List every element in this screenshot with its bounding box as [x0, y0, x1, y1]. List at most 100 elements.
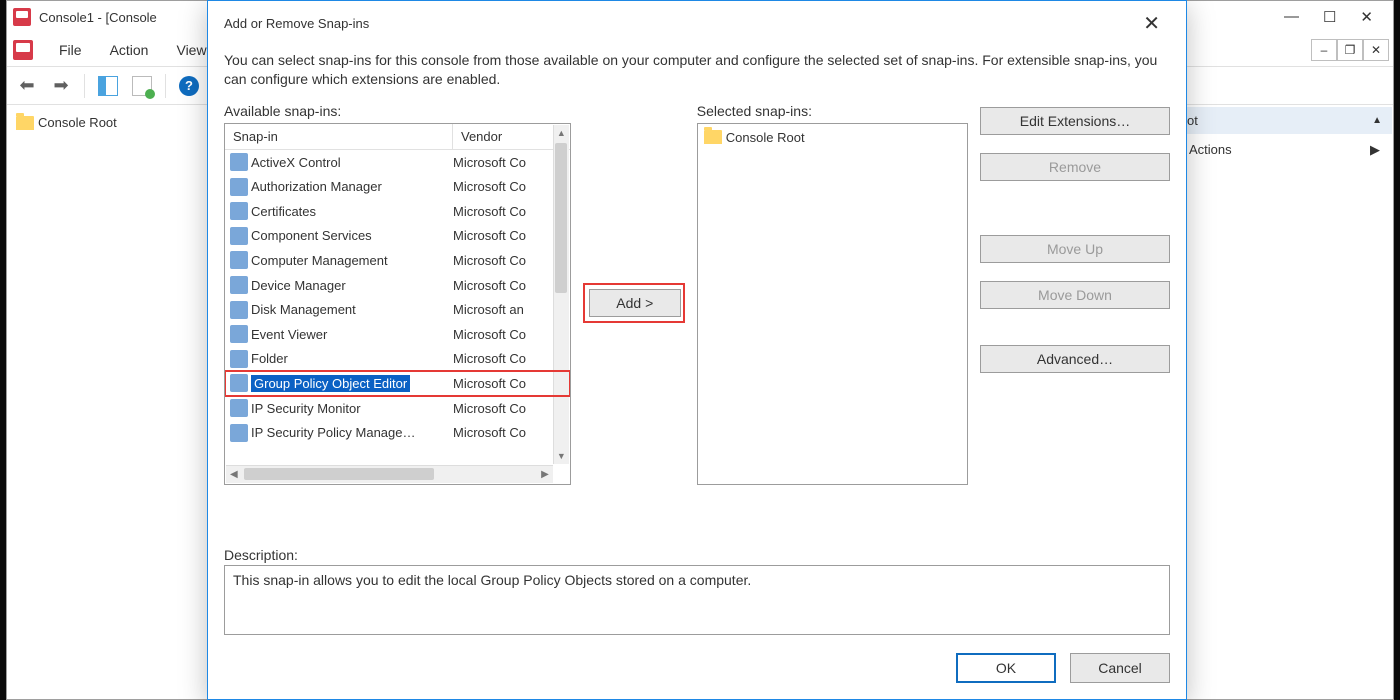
snapin-row[interactable]: ActiveX ControlMicrosoft Co [225, 150, 570, 175]
tree-root-label: Console Root [38, 115, 117, 130]
snapin-name: Certificates [251, 204, 453, 219]
snapin-name: Group Policy Object Editor [251, 375, 453, 392]
snapin-icon [230, 178, 248, 196]
move-down-button[interactable]: Move Down [980, 281, 1170, 309]
snapin-icon [230, 202, 248, 220]
add-remove-snapins-dialog: Add or Remove Snap-ins ✕ You can select … [207, 0, 1187, 700]
scroll-right-icon[interactable]: ▶ [537, 469, 553, 480]
snapin-row[interactable]: IP Security Policy Manage…Microsoft Co [225, 420, 570, 445]
add-button-highlight: Add > [583, 283, 685, 323]
snapin-icon [230, 251, 248, 269]
snapin-icon [230, 399, 248, 417]
list-vertical-scrollbar[interactable]: ▲ ▼ [553, 125, 569, 464]
snapin-row[interactable]: Disk ManagementMicrosoft an [225, 297, 570, 322]
back-button[interactable]: ⬅ [13, 72, 41, 100]
dialog-footer: OK Cancel [208, 647, 1186, 699]
collapse-icon: ▲ [1372, 115, 1382, 126]
snapin-row[interactable]: Computer ManagementMicrosoft Co [225, 248, 570, 273]
menu-action[interactable]: Action [96, 36, 163, 64]
child-restore-icon[interactable]: ❐ [1337, 39, 1363, 61]
forward-button[interactable]: ➡ [47, 72, 75, 100]
help-button[interactable]: ? [175, 72, 203, 100]
description-label: Description: [224, 547, 1170, 563]
remove-button[interactable]: Remove [980, 153, 1170, 181]
scroll-left-icon[interactable]: ◀ [226, 469, 242, 480]
ok-button[interactable]: OK [956, 653, 1056, 683]
mmc-doc-icon [13, 40, 33, 60]
snapin-name: Event Viewer [251, 327, 453, 342]
snapin-icon [230, 227, 248, 245]
selected-column: Selected snap-ins: Console Root [697, 103, 968, 485]
more-actions-row[interactable]: Actions ▶ [1177, 134, 1392, 166]
snapin-name: IP Security Monitor [251, 401, 453, 416]
cancel-button[interactable]: Cancel [1070, 653, 1170, 683]
maximize-icon[interactable]: ☐ [1323, 8, 1336, 26]
toolbar-separator [84, 74, 85, 98]
col-snapin-header[interactable]: Snap-in [225, 124, 453, 149]
export-list-button[interactable] [128, 72, 156, 100]
snapin-name: Computer Management [251, 253, 453, 268]
snapin-row[interactable]: Event ViewerMicrosoft Co [225, 322, 570, 347]
child-close-icon[interactable]: ✕ [1363, 39, 1389, 61]
available-label: Available snap-ins: [224, 103, 571, 119]
menu-file[interactable]: File [45, 36, 96, 64]
move-up-button[interactable]: Move Up [980, 235, 1170, 263]
description-box: This snap-in allows you to edit the loca… [224, 565, 1170, 635]
vertical-scroll-thumb[interactable] [555, 143, 567, 293]
add-button[interactable]: Add > [589, 289, 681, 317]
list-header: Snap-in Vendor [225, 124, 570, 150]
dialog-intro-text: You can select snap-ins for this console… [224, 51, 1170, 89]
snapin-name: Device Manager [251, 278, 453, 293]
snapin-icon [230, 276, 248, 294]
snapin-row[interactable]: Component ServicesMicrosoft Co [225, 224, 570, 249]
available-column: Available snap-ins: Snap-in Vendor Activ… [224, 103, 571, 485]
list-horizontal-scrollbar[interactable]: ◀ ▶ [226, 465, 553, 483]
middle-column: Add > [583, 103, 685, 323]
snapin-name: Authorization Manager [251, 179, 453, 194]
snapin-row[interactable]: IP Security MonitorMicrosoft Co [225, 396, 570, 421]
dialog-close-button[interactable]: ✕ [1133, 7, 1170, 40]
mmc-icon [13, 8, 31, 26]
child-window-controls: – ❐ ✕ [1311, 39, 1389, 61]
tree-root-item[interactable]: Console Root [10, 111, 205, 134]
snapin-name: Folder [251, 351, 453, 366]
main-window-controls: — ☐ ✕ [1284, 8, 1387, 26]
snapin-name: Component Services [251, 228, 453, 243]
selected-label: Selected snap-ins: [697, 103, 968, 119]
actions-column: Edit Extensions… Remove Move Up Move Dow… [980, 103, 1170, 373]
actions-panel-title: ot [1187, 113, 1198, 128]
toolbar-separator [165, 74, 166, 98]
snapin-icon [230, 350, 248, 368]
child-minimize-icon[interactable]: – [1311, 39, 1337, 61]
snapin-vendor: Microsoft Co [453, 376, 570, 391]
selected-root-item[interactable]: Console Root [702, 128, 963, 147]
snapin-row[interactable]: FolderMicrosoft Co [225, 347, 570, 372]
advanced-button[interactable]: Advanced… [980, 345, 1170, 373]
snapin-row[interactable]: CertificatesMicrosoft Co [225, 199, 570, 224]
close-icon[interactable]: ✕ [1360, 8, 1373, 26]
edit-extensions-button[interactable]: Edit Extensions… [980, 107, 1170, 135]
snapin-row[interactable]: Authorization ManagerMicrosoft Co [225, 174, 570, 199]
dialog-title: Add or Remove Snap-ins [224, 16, 369, 31]
actions-panel: ot ▲ Actions ▶ [1176, 107, 1392, 698]
selected-snapins-list[interactable]: Console Root [697, 123, 968, 485]
main-window-title: Console1 - [Console [39, 10, 157, 25]
folder-icon [704, 130, 722, 144]
snapin-icon [230, 153, 248, 171]
more-actions-label: Actions [1189, 142, 1232, 158]
available-snapins-list[interactable]: Snap-in Vendor ActiveX ControlMicrosoft … [224, 123, 571, 485]
actions-panel-header[interactable]: ot ▲ [1177, 107, 1392, 134]
snapin-row[interactable]: Device ManagerMicrosoft Co [225, 273, 570, 298]
dialog-body: You can select snap-ins for this console… [208, 45, 1186, 647]
snapin-name: ActiveX Control [251, 155, 453, 170]
scroll-down-icon[interactable]: ▼ [557, 448, 566, 464]
show-hide-tree-button[interactable] [94, 72, 122, 100]
snapin-icon [230, 374, 248, 392]
snapin-row[interactable]: Group Policy Object EditorMicrosoft Co [225, 371, 570, 396]
selected-root-label: Console Root [726, 130, 805, 145]
minimize-icon[interactable]: — [1284, 8, 1299, 26]
scroll-up-icon[interactable]: ▲ [557, 125, 566, 141]
horizontal-scroll-thumb[interactable] [244, 468, 434, 480]
snapin-icon [230, 325, 248, 343]
dialog-title-bar: Add or Remove Snap-ins ✕ [208, 1, 1186, 45]
